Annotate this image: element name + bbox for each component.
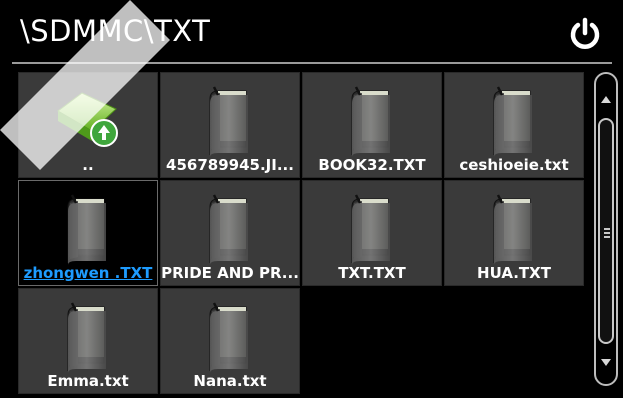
file-name-label: 456789945.JI... bbox=[166, 156, 294, 174]
file-name-label: TXT.TXT bbox=[338, 264, 406, 282]
file-tile[interactable]: Emma.txt bbox=[18, 288, 158, 394]
parent-folder-tile[interactable]: .. bbox=[18, 72, 158, 178]
file-name-label: PRIDE AND PR... bbox=[161, 264, 299, 282]
header-divider bbox=[12, 62, 612, 64]
scroll-thumb[interactable] bbox=[598, 118, 614, 344]
file-name-label: .. bbox=[82, 156, 94, 174]
file-name-label: Emma.txt bbox=[47, 372, 129, 390]
book-icon bbox=[206, 301, 254, 377]
file-name-label: ceshioeie.txt bbox=[459, 156, 569, 174]
title-bar: \SDMMC\TXT bbox=[0, 0, 623, 64]
file-name-label: BOOK32.TXT bbox=[318, 156, 426, 174]
book-icon bbox=[348, 85, 396, 161]
file-name-label: zhongwen .TXT bbox=[23, 264, 153, 282]
file-tile[interactable]: zhongwen .TXT bbox=[18, 180, 158, 286]
thumb-grip bbox=[604, 236, 610, 238]
book-icon bbox=[64, 193, 112, 269]
file-tile[interactable]: TXT.TXT bbox=[302, 180, 442, 286]
book-icon bbox=[206, 193, 254, 269]
book-icon bbox=[64, 301, 112, 377]
file-tile[interactable]: Nana.txt bbox=[160, 288, 300, 394]
file-tile[interactable]: HUA.TXT bbox=[444, 180, 584, 286]
file-tile[interactable]: BOOK32.TXT bbox=[302, 72, 442, 178]
thumb-grip bbox=[604, 228, 610, 230]
file-tile[interactable]: ceshioeie.txt bbox=[444, 72, 584, 178]
thumb-grip bbox=[604, 232, 610, 234]
book-icon bbox=[490, 85, 538, 161]
book-icon bbox=[206, 85, 254, 161]
power-icon[interactable] bbox=[567, 16, 603, 52]
file-name-label: Nana.txt bbox=[193, 372, 267, 390]
book-icon bbox=[348, 193, 396, 269]
file-tile[interactable]: 456789945.JI... bbox=[160, 72, 300, 178]
current-path: \SDMMC\TXT bbox=[20, 14, 211, 48]
folder-up-icon bbox=[48, 83, 128, 157]
book-icon bbox=[490, 193, 538, 269]
scroll-up-arrow-icon[interactable] bbox=[601, 96, 611, 103]
scrollbar[interactable] bbox=[594, 72, 618, 386]
file-name-label: HUA.TXT bbox=[477, 264, 551, 282]
scroll-down-arrow-icon[interactable] bbox=[601, 359, 611, 366]
file-tile[interactable]: PRIDE AND PR... bbox=[160, 180, 300, 286]
